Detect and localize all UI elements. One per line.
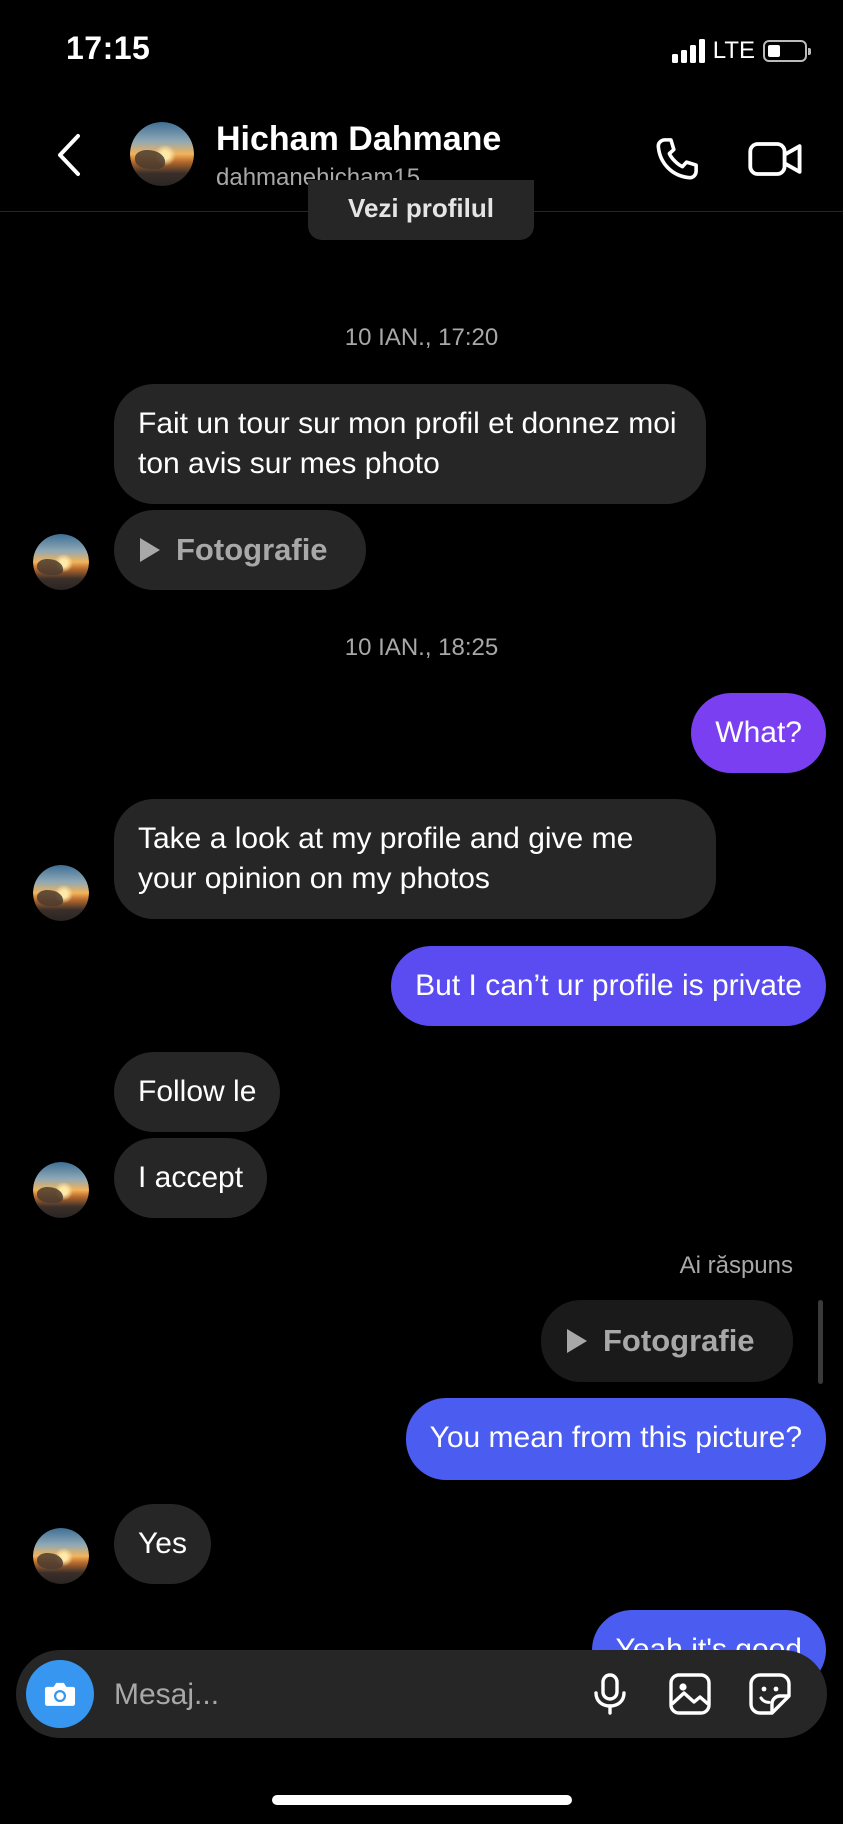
outgoing-message[interactable]: But I can’t ur profile is private <box>391 946 826 1026</box>
timestamp: 10 IAN., 17:20 <box>344 324 499 351</box>
camera-button[interactable] <box>26 1660 94 1728</box>
status-indicators: LTE <box>671 36 811 66</box>
replied-media-photo[interactable]: Fotografie <box>541 1300 793 1382</box>
back-arrow-icon <box>58 134 80 176</box>
message-composer <box>16 1650 827 1738</box>
gallery-icon <box>669 1673 711 1715</box>
camera-icon <box>44 1682 76 1706</box>
play-icon <box>567 1329 587 1353</box>
microphone-icon <box>594 1673 626 1715</box>
incoming-message[interactable]: I accept <box>114 1138 268 1218</box>
outgoing-message[interactable]: You mean from this picture? <box>405 1398 826 1480</box>
media-label: Fotografie <box>603 1323 755 1358</box>
message-input[interactable] <box>112 1664 496 1726</box>
contact-name[interactable]: Hicham Dahmane <box>216 120 501 159</box>
voice-call-button[interactable] <box>650 132 704 186</box>
media-message-photo[interactable]: Fotografie <box>114 510 366 590</box>
outgoing-message[interactable]: What? <box>691 693 826 773</box>
incoming-message[interactable]: Follow le <box>114 1052 281 1132</box>
media-label: Fotografie <box>176 532 328 567</box>
gallery-button[interactable] <box>666 1670 714 1718</box>
voice-message-button[interactable] <box>586 1670 634 1718</box>
sender-avatar[interactable] <box>33 1528 89 1584</box>
home-indicator[interactable] <box>272 1795 572 1805</box>
signal-icon <box>671 39 705 63</box>
play-icon <box>140 538 160 562</box>
reply-indicator-bar <box>818 1300 823 1384</box>
timestamp: 10 IAN., 18:25 <box>344 634 499 661</box>
video-camera-icon <box>748 142 802 176</box>
contact-avatar[interactable] <box>130 122 194 186</box>
view-profile-button[interactable]: Vezi profilul <box>308 180 534 240</box>
incoming-message[interactable]: Take a look at my profile and give me yo… <box>114 799 716 919</box>
sender-avatar[interactable] <box>33 534 89 590</box>
sender-avatar[interactable] <box>33 865 89 921</box>
sticker-button[interactable] <box>746 1670 794 1718</box>
incoming-message[interactable]: Fait un tour sur mon profil et donnez mo… <box>114 384 706 504</box>
view-profile-label: Vezi profilul <box>348 193 494 223</box>
network-label: LTE <box>712 37 755 64</box>
status-time: 17:15 <box>66 30 151 66</box>
back-button[interactable] <box>46 130 96 180</box>
video-call-button[interactable] <box>746 132 806 186</box>
battery-icon <box>763 40 811 62</box>
phone-icon <box>656 138 698 180</box>
reply-label: Ai răspuns <box>679 1252 793 1279</box>
sender-avatar[interactable] <box>33 1162 89 1218</box>
incoming-message[interactable]: Yes <box>114 1504 211 1584</box>
sticker-icon <box>749 1673 791 1715</box>
